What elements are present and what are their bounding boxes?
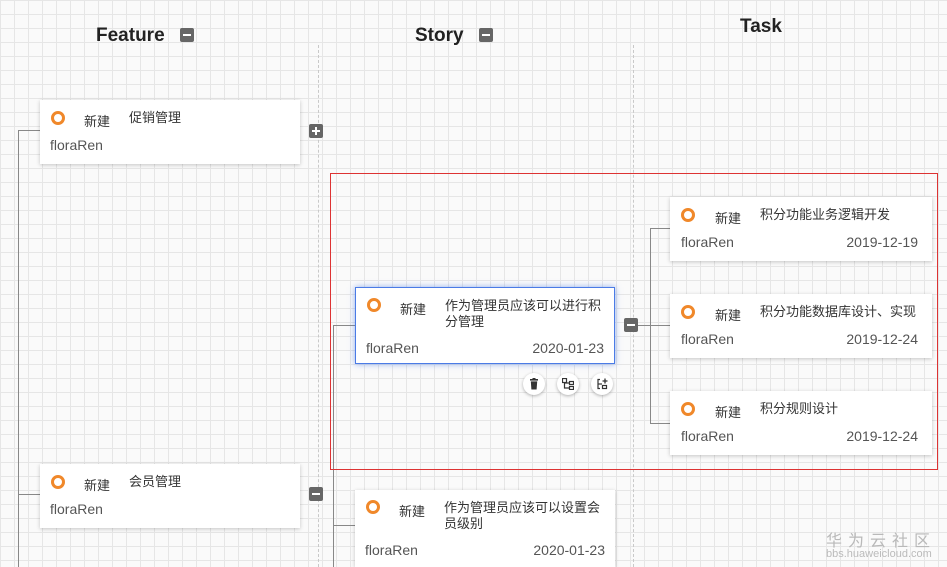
- card-title: 作为管理员应该可以设置会员级别: [444, 501, 601, 532]
- expand-feature-button[interactable]: [309, 124, 323, 138]
- tree-connector: [333, 525, 355, 526]
- card-status: 新建: [84, 115, 111, 130]
- collapse-feature-button[interactable]: [309, 487, 323, 501]
- tree-connector: [18, 130, 19, 567]
- card-owner: floraRen: [50, 137, 103, 153]
- watermark-url: bbs.huaweicloud.com: [826, 548, 932, 560]
- highlight-annotation-box: [330, 173, 938, 470]
- feature-card[interactable]: 新建 促销管理 floraRen: [40, 100, 300, 164]
- status-circle-icon: [51, 111, 65, 125]
- status-circle-icon: [51, 475, 65, 489]
- card-owner: floraRen: [50, 501, 103, 517]
- card-owner: floraRen: [365, 542, 418, 558]
- story-card[interactable]: 新建 作为管理员应该可以设置会员级别 floraRen 2020-01-23: [355, 490, 615, 567]
- collapse-story-column-button[interactable]: [479, 28, 493, 42]
- column-header-feature: Feature: [96, 25, 165, 46]
- column-header-task: Task: [740, 16, 782, 37]
- status-circle-icon: [366, 500, 380, 514]
- card-title: 会员管理: [129, 475, 182, 490]
- tree-connector: [18, 494, 40, 495]
- feature-card[interactable]: 新建 会员管理 floraRen: [40, 464, 300, 528]
- tree-connector: [18, 130, 40, 131]
- card-status: 新建: [399, 505, 426, 520]
- collapse-feature-column-button[interactable]: [180, 28, 194, 42]
- card-date: 2020-01-23: [533, 542, 605, 558]
- card-title: 促销管理: [129, 111, 182, 126]
- card-status: 新建: [84, 479, 111, 494]
- column-header-story: Story: [415, 25, 464, 46]
